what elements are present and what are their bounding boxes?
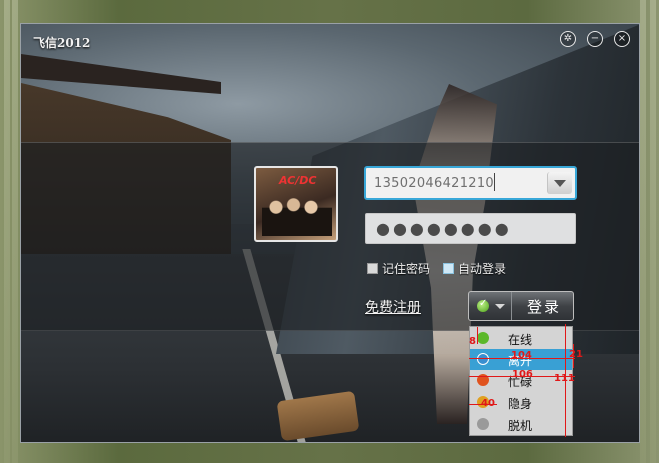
remember-password-checkbox[interactable]: 记住密码	[367, 260, 430, 277]
avatar-logo: AC/DC	[279, 174, 317, 187]
measure-label: 104	[511, 350, 532, 361]
close-icon[interactable]: ×	[614, 31, 630, 47]
status-item-label: 隐身	[508, 397, 533, 411]
account-input[interactable]: 13502046421210	[364, 166, 577, 200]
login-button[interactable]: 登录	[468, 291, 574, 321]
account-value: 13502046421210	[374, 176, 494, 191]
online-status-icon	[477, 298, 489, 312]
avatar[interactable]: AC/DC	[254, 166, 338, 242]
text-caret	[494, 173, 495, 191]
password-mask: ●●●●●●●●	[376, 219, 512, 238]
measure-label: 40	[481, 398, 495, 409]
login-button-label: 登录	[527, 298, 562, 316]
measure-line-vertical	[477, 327, 478, 344]
login-window: 飞信2012 ✲ − × AC/DC 13502046421210 ●●●●●●…	[20, 23, 640, 443]
online-icon	[477, 332, 489, 344]
status-item-offline[interactable]: 脱机	[470, 414, 572, 435]
measure-label: 111	[554, 373, 575, 384]
avatar-photo	[262, 188, 332, 236]
away-icon	[477, 353, 489, 365]
status-selector[interactable]	[469, 292, 512, 320]
measure-label: 21	[569, 349, 583, 360]
measure-label: 106	[512, 369, 533, 380]
register-link[interactable]: 免费注册	[365, 297, 421, 317]
auto-login-label: 自动登录	[458, 262, 507, 276]
status-item-online[interactable]: 在线	[470, 328, 572, 349]
app-title: 飞信2012	[33, 36, 91, 50]
remember-password-label: 记住密码	[382, 262, 431, 276]
chevron-down-icon	[495, 304, 505, 309]
settings-icon[interactable]: ✲	[560, 31, 576, 47]
auto-login-checkbox[interactable]: 自动登录	[443, 260, 506, 277]
measure-label: 8	[469, 336, 476, 347]
checkbox-box[interactable]	[443, 263, 454, 274]
grass-stalk	[650, 0, 656, 463]
status-item-label: 脱机	[508, 419, 533, 433]
status-item-label: 在线	[508, 333, 533, 347]
grass-stalk	[640, 0, 646, 463]
grass-stalk	[4, 0, 10, 463]
offline-icon	[477, 418, 489, 430]
minimize-icon[interactable]: −	[587, 31, 603, 47]
password-input[interactable]: ●●●●●●●●	[365, 213, 576, 244]
account-dropdown-button[interactable]	[547, 172, 572, 194]
checkbox-box[interactable]	[367, 263, 378, 274]
grass-stalk	[12, 0, 18, 463]
